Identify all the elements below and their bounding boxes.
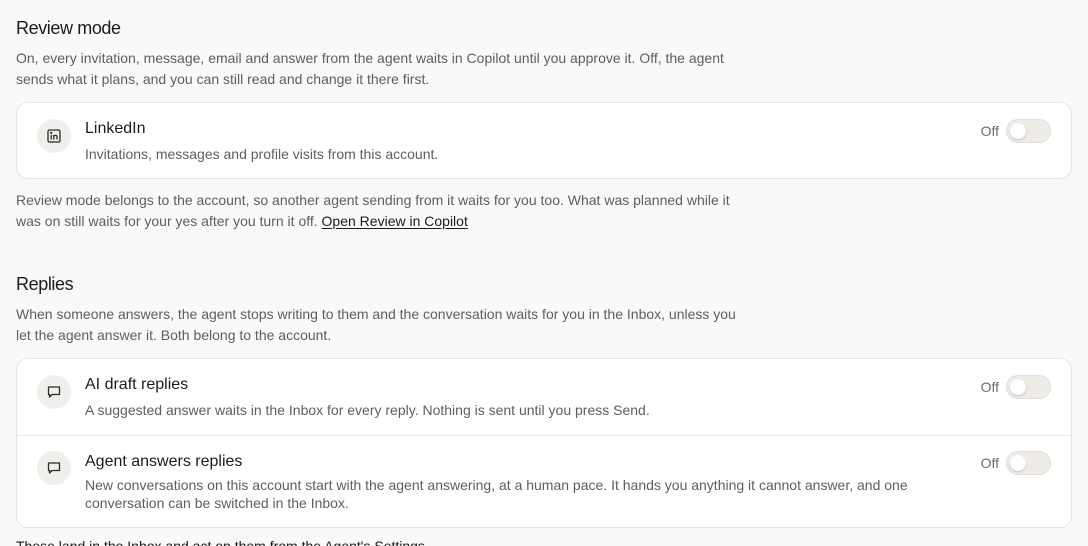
linkedin-icon (37, 119, 71, 153)
review-mode-description: On, every invitation, message, email and… (16, 50, 724, 87)
toggle-knob (1010, 379, 1026, 395)
chat-bubble-icon (37, 451, 71, 485)
agent-answers-replies-toggle[interactable] (1006, 451, 1051, 475)
review-mode-card: LinkedIn Invitations, messages and profi… (16, 102, 1072, 179)
ai-draft-replies-title: AI draft replies (85, 376, 189, 393)
agent-answers-replies-state-label: Off (980, 455, 999, 471)
footer-partial-text: These land in the Inbox and act on them … (16, 538, 425, 546)
replies-card: AI draft replies A suggested answer wait… (16, 358, 1072, 528)
ai-draft-replies-state-label: Off (980, 379, 999, 395)
review-mode-title: Review mode (16, 18, 121, 38)
agent-answers-replies-title: Agent answers replies (85, 453, 243, 470)
linkedin-review-toggle[interactable] (1006, 119, 1051, 143)
linkedin-title: LinkedIn (85, 120, 146, 137)
ai-draft-replies-row: AI draft replies A suggested answer wait… (17, 359, 1071, 435)
chat-bubble-icon (37, 375, 71, 409)
agent-answers-replies-description: New conversations on this account start … (85, 477, 908, 511)
review-mode-note: Review mode belongs to the account, so a… (16, 190, 746, 232)
linkedin-row: LinkedIn Invitations, messages and profi… (17, 103, 1071, 178)
toggle-knob (1010, 455, 1026, 471)
linkedin-state-label: Off (980, 123, 999, 139)
toggle-knob (1010, 123, 1026, 139)
agent-answers-replies-row: Agent answers replies New conversations … (17, 435, 1071, 527)
replies-description: When someone answers, the agent stops wr… (16, 306, 736, 343)
linkedin-description: Invitations, messages and profile visits… (85, 146, 439, 162)
ai-draft-replies-description: A suggested answer waits in the Inbox fo… (85, 402, 650, 418)
replies-title: Replies (16, 274, 74, 294)
open-review-in-copilot-link[interactable]: Open Review in Copilot (322, 213, 468, 229)
ai-draft-replies-toggle[interactable] (1006, 375, 1051, 399)
